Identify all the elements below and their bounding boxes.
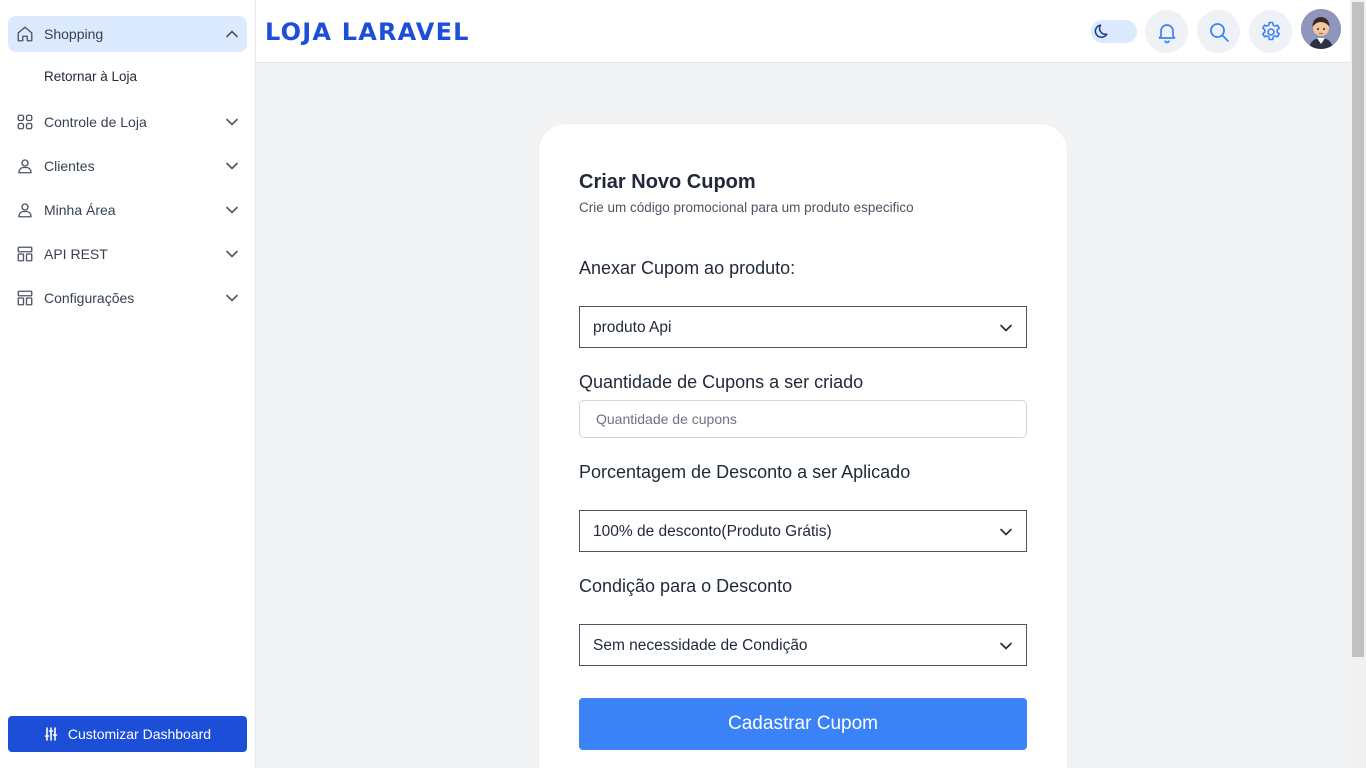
layout-icon — [17, 290, 33, 306]
search-icon — [1209, 22, 1229, 42]
grid-icon — [17, 114, 33, 130]
condition-select[interactable]: Sem necessidade de Condição — [579, 624, 1027, 666]
top-header: LOJA LARAVEL — [256, 0, 1350, 63]
notifications-button[interactable] — [1145, 10, 1188, 53]
create-coupon-card: Criar Novo Cupom Crie um código promocio… — [538, 123, 1068, 768]
product-select-value: produto Api — [593, 319, 672, 336]
sliders-icon — [44, 727, 58, 741]
chevron-down-icon — [1000, 642, 1012, 650]
sidebar-item-label: Controle de Loja — [44, 114, 147, 130]
sidebar-item-api-rest[interactable]: API REST — [8, 236, 247, 272]
discount-select[interactable]: 100% de desconto(Produto Grátis) — [579, 510, 1027, 552]
sidebar-item-label: Clientes — [44, 158, 95, 174]
sidebar-item-controle-de-loja[interactable]: Controle de Loja — [8, 104, 247, 140]
chevron-down-icon — [226, 162, 238, 170]
discount-label: Porcentagem de Desconto a ser Aplicado — [579, 462, 911, 482]
quantity-label: Quantidade de Cupons a ser criado — [579, 372, 864, 392]
sidebar-item-label: Configurações — [44, 290, 135, 306]
chevron-down-icon — [226, 206, 238, 214]
layout-icon — [17, 246, 33, 262]
scrollbar-thumb[interactable] — [1352, 2, 1364, 657]
condition-label: Condição para o Desconto — [579, 576, 793, 596]
product-select[interactable]: produto Api — [579, 306, 1027, 348]
sidebar-item-shopping[interactable]: Shopping — [8, 16, 247, 52]
user-icon — [18, 203, 32, 218]
sidebar-item-minha-area[interactable]: Minha Área — [8, 192, 247, 228]
sidebar: Shopping Retornar à Loja Controle de Loj… — [0, 0, 256, 768]
avatar-image — [1301, 9, 1341, 49]
moon-icon — [1094, 24, 1108, 38]
quantity-input[interactable] — [579, 400, 1027, 438]
dark-mode-toggle[interactable] — [1091, 20, 1137, 43]
brand-title[interactable]: LOJA LARAVEL — [265, 18, 470, 46]
sidebar-item-label: Shopping — [44, 26, 104, 42]
search-button[interactable] — [1197, 10, 1240, 53]
page-subtitle: Crie um código promocional para um produ… — [579, 200, 914, 215]
home-icon — [17, 26, 33, 42]
customize-dashboard-button[interactable]: Customizar Dashboard — [8, 716, 247, 752]
chevron-down-icon — [226, 294, 238, 302]
condition-select-value: Sem necessidade de Condição — [593, 637, 808, 654]
sidebar-item-label: Minha Área — [44, 202, 116, 218]
chevron-down-icon — [226, 250, 238, 258]
sidebar-subitem-retornar[interactable]: Retornar à Loja — [44, 69, 137, 84]
chevron-up-icon — [226, 30, 238, 38]
bell-icon — [1158, 23, 1175, 43]
page-scrollbar[interactable] — [1350, 0, 1366, 768]
gear-icon — [1261, 21, 1280, 40]
sidebar-item-clientes[interactable]: Clientes — [8, 148, 247, 184]
chevron-down-icon — [226, 118, 238, 126]
product-label: Anexar Cupom ao produto: — [579, 258, 796, 278]
user-avatar[interactable] — [1301, 9, 1341, 49]
customize-dashboard-label: Customizar Dashboard — [67, 726, 212, 742]
discount-select-value: 100% de desconto(Produto Grátis) — [593, 523, 832, 540]
sidebar-item-label: API REST — [44, 246, 108, 262]
submit-coupon-button[interactable]: Cadastrar Cupom — [579, 698, 1027, 750]
user-icon — [18, 159, 32, 174]
chevron-down-icon — [1000, 528, 1012, 536]
settings-button[interactable] — [1249, 10, 1292, 53]
chevron-down-icon — [1000, 324, 1012, 332]
page-title: Criar Novo Cupom — [579, 171, 756, 193]
sidebar-item-configuracoes[interactable]: Configurações — [8, 280, 247, 316]
